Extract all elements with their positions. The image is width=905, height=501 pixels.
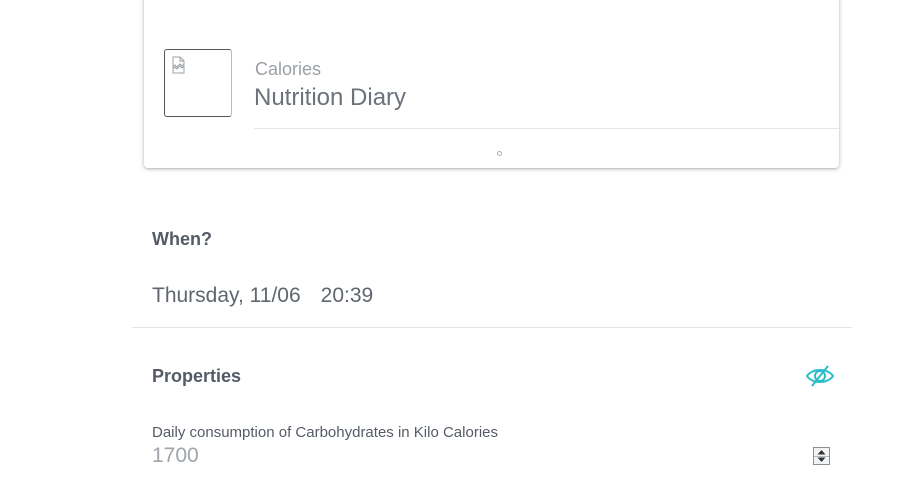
stepper-down-button[interactable] — [814, 456, 829, 464]
caret-up-icon — [817, 450, 826, 455]
number-stepper[interactable] — [813, 447, 830, 465]
caret-down-icon — [817, 457, 826, 462]
eye-off-icon — [805, 365, 835, 387]
broken-image-icon — [172, 56, 185, 74]
card-thumbnail — [164, 49, 232, 117]
carbohydrates-field-label: Daily consumption of Carbohydrates in Ki… — [152, 424, 498, 441]
time-value[interactable]: 20:39 — [321, 284, 374, 307]
section-divider — [132, 327, 852, 328]
toggle-visibility-button[interactable] — [804, 362, 836, 390]
datetime-display[interactable]: Thursday, 11/06 20:39 — [152, 284, 373, 308]
properties-heading: Properties — [152, 366, 242, 386]
card-divider — [254, 128, 839, 129]
pager-dot[interactable] — [497, 151, 502, 156]
card-title: Nutrition Diary — [254, 84, 407, 111]
carbohydrates-input[interactable]: 1700 — [152, 444, 792, 468]
date-value[interactable]: Thursday, 11/06 — [152, 284, 301, 307]
when-heading: When? — [152, 229, 212, 249]
header-card: Calories Nutrition Diary — [144, 0, 839, 168]
card-subtitle: Calories — [255, 59, 322, 79]
